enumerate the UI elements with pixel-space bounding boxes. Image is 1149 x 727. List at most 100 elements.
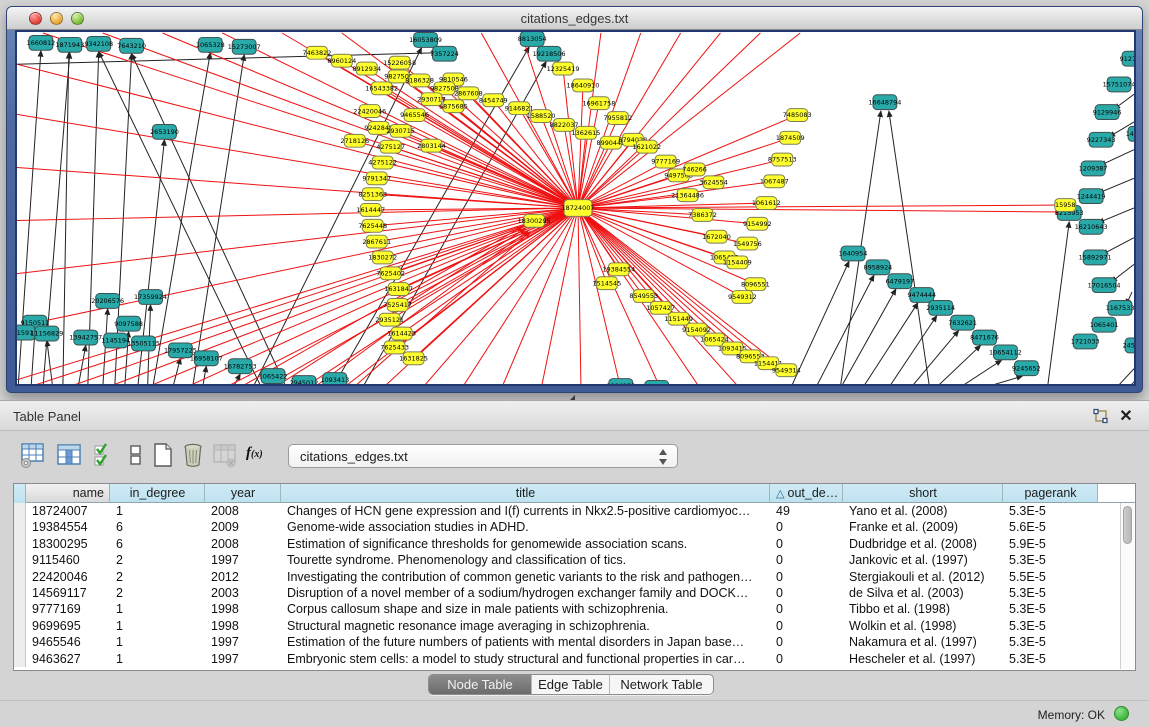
cell-in_degree[interactable]: 1 <box>110 618 205 634</box>
cell-short[interactable]: Yano et al. (2008) <box>843 503 1003 519</box>
cell-name[interactable]: 18300295 <box>26 536 110 552</box>
column-header-out_de[interactable]: △ out_de… <box>770 484 843 503</box>
new-table-icon[interactable] <box>150 441 176 469</box>
float-panel-icon[interactable] <box>1091 408 1109 426</box>
cell-in_degree[interactable]: 1 <box>110 503 205 519</box>
cell-title[interactable]: Structural magnetic resonance image aver… <box>281 618 770 634</box>
scrollbar-thumb[interactable] <box>1123 506 1132 544</box>
close-panel-icon[interactable]: ✕ <box>1117 408 1135 426</box>
cell-in_degree[interactable]: 2 <box>110 585 205 601</box>
cell-name[interactable]: 9465546 <box>26 634 110 650</box>
cell-name[interactable]: 22420046 <box>26 569 110 585</box>
cell-out_de[interactable]: 0 <box>770 569 843 585</box>
cell-in_degree[interactable]: 6 <box>110 536 205 552</box>
table-row[interactable]: 911546021997Tourette syndrome. Phenomeno… <box>14 552 1135 568</box>
select-columns-icon[interactable] <box>92 441 118 469</box>
cell-year[interactable]: 1997 <box>205 651 281 667</box>
cell-out_de[interactable]: 0 <box>770 519 843 535</box>
cell-pagerank[interactable]: 5.3E-5 <box>1003 552 1098 568</box>
table-row[interactable]: 1456911722003Disruption of a novel membe… <box>14 585 1135 601</box>
cell-title[interactable]: Embryonic stem cells: a model to study s… <box>281 651 770 667</box>
tab-node-table[interactable]: Node Table <box>429 675 531 694</box>
column-header-short[interactable]: short <box>843 484 1003 503</box>
memory-indicator[interactable] <box>1114 706 1129 721</box>
cell-short[interactable]: Nakamura et al. (1997) <box>843 634 1003 650</box>
cell-in_degree[interactable]: 1 <box>110 651 205 667</box>
tab-network-table[interactable]: Network Table <box>609 675 713 694</box>
cell-in_degree[interactable]: 1 <box>110 634 205 650</box>
table-row[interactable]: 977716911998Corpus callosum shape and si… <box>14 601 1135 617</box>
cell-name[interactable]: 9699695 <box>26 618 110 634</box>
table-row[interactable]: 946554611997Estimation of the future num… <box>14 634 1135 650</box>
cell-out_de[interactable]: 0 <box>770 585 843 601</box>
cell-in_degree[interactable]: 6 <box>110 519 205 535</box>
cell-pagerank[interactable]: 5.6E-5 <box>1003 519 1098 535</box>
cell-year[interactable]: 2012 <box>205 569 281 585</box>
cell-name[interactable]: 18724007 <box>26 503 110 519</box>
cell-name[interactable]: 14569117 <box>26 585 110 601</box>
cell-short[interactable]: Dudbridge et al. (2008) <box>843 536 1003 552</box>
cell-year[interactable]: 1997 <box>205 634 281 650</box>
cell-pagerank[interactable]: 5.5E-5 <box>1003 569 1098 585</box>
cell-in_degree[interactable]: 1 <box>110 601 205 617</box>
table-name-combobox[interactable]: citations_edges.txt <box>288 444 678 468</box>
cell-year[interactable]: 2009 <box>205 519 281 535</box>
cell-pagerank[interactable]: 5.3E-5 <box>1003 503 1098 519</box>
tab-edge-table[interactable]: Edge Table <box>531 675 609 694</box>
cell-title[interactable]: Estimation of significance thresholds fo… <box>281 536 770 552</box>
cell-title[interactable]: Estimation of the future numbers of pati… <box>281 634 770 650</box>
column-header-title[interactable]: title <box>281 484 770 503</box>
cell-out_de[interactable]: 0 <box>770 536 843 552</box>
cell-title[interactable]: Genome-wide association studies in ADHD. <box>281 519 770 535</box>
cell-short[interactable]: Hescheler et al. (1997) <box>843 651 1003 667</box>
column-header-year[interactable]: year <box>205 484 281 503</box>
cell-short[interactable]: de Silva et al. (2003) <box>843 585 1003 601</box>
cell-name[interactable]: 9115460 <box>26 552 110 568</box>
table-mode-icon[interactable] <box>20 441 46 469</box>
cell-year[interactable]: 1997 <box>205 552 281 568</box>
column-header-name[interactable]: name <box>26 484 110 503</box>
cell-name[interactable]: 9463627 <box>26 651 110 667</box>
cell-out_de[interactable]: 0 <box>770 651 843 667</box>
function-builder-icon[interactable]: f(x) <box>246 445 272 473</box>
table-row[interactable]: 969969511998Structural magnetic resonanc… <box>14 618 1135 634</box>
delete-icon[interactable] <box>180 441 206 469</box>
rows-icon[interactable] <box>123 441 149 469</box>
cell-year[interactable]: 2003 <box>205 585 281 601</box>
cell-out_de[interactable]: 0 <box>770 634 843 650</box>
cell-out_de[interactable]: 0 <box>770 601 843 617</box>
column-icon[interactable] <box>56 441 82 469</box>
cell-pagerank[interactable]: 5.3E-5 <box>1003 601 1098 617</box>
cell-pagerank[interactable]: 5.9E-5 <box>1003 536 1098 552</box>
cell-short[interactable]: Franke et al. (2009) <box>843 519 1003 535</box>
cell-out_de[interactable]: 49 <box>770 503 843 519</box>
cell-title[interactable]: Investigating the contribution of common… <box>281 569 770 585</box>
column-header-pagerank[interactable]: pagerank <box>1003 484 1098 503</box>
cell-name[interactable]: 9777169 <box>26 601 110 617</box>
cell-in_degree[interactable]: 2 <box>110 552 205 568</box>
combo-stepper-icon[interactable] <box>658 448 668 466</box>
column-header-in_degree[interactable]: in_degree <box>110 484 205 503</box>
citation-network-graph[interactable]: 1660812187194393421087643210106532815273… <box>17 32 1134 384</box>
cell-pagerank[interactable]: 5.3E-5 <box>1003 585 1098 601</box>
table-row[interactable]: 1872400712008Changes of HCN gene express… <box>14 503 1135 519</box>
cell-in_degree[interactable]: 2 <box>110 569 205 585</box>
cell-title[interactable]: Changes of HCN gene expression and I(f) … <box>281 503 770 519</box>
cell-pagerank[interactable]: 5.3E-5 <box>1003 651 1098 667</box>
table-row[interactable]: 1938455462009Genome-wide association stu… <box>14 519 1135 535</box>
cell-pagerank[interactable]: 5.3E-5 <box>1003 634 1098 650</box>
table-row[interactable]: 2242004622012Investigating the contribut… <box>14 569 1135 585</box>
cell-out_de[interactable]: 0 <box>770 618 843 634</box>
window-titlebar[interactable]: citations_edges.txt <box>7 7 1142 30</box>
cell-title[interactable]: Corpus callosum shape and size in male p… <box>281 601 770 617</box>
cell-short[interactable]: Tibbo et al. (1998) <box>843 601 1003 617</box>
table-row[interactable]: 946362711997Embryonic stem cells: a mode… <box>14 651 1135 667</box>
cell-year[interactable]: 2008 <box>205 536 281 552</box>
cell-title[interactable]: Disruption of a novel member of a sodium… <box>281 585 770 601</box>
cell-title[interactable]: Tourette syndrome. Phenomenology and cla… <box>281 552 770 568</box>
cell-short[interactable]: Stergiakouli et al. (2012) <box>843 569 1003 585</box>
cell-year[interactable]: 2008 <box>205 503 281 519</box>
cell-short[interactable]: Jankovic et al. (1997) <box>843 552 1003 568</box>
cell-name[interactable]: 19384554 <box>26 519 110 535</box>
cell-out_de[interactable]: 0 <box>770 552 843 568</box>
